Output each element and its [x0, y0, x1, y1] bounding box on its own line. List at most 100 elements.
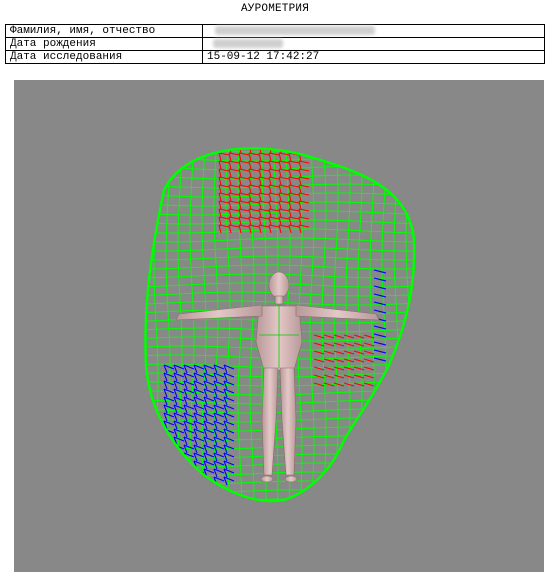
aura-mesh-line	[323, 473, 326, 484]
aura-mesh-line	[167, 302, 169, 313]
aura-mesh-line	[395, 184, 409, 187]
aura-mesh-line	[347, 455, 349, 466]
aura-mesh-line	[359, 356, 373, 358]
aura-mesh-line	[298, 224, 310, 228]
aura-mesh-line	[347, 356, 361, 359]
aura-mesh-line	[288, 160, 300, 164]
aura-mesh-line	[407, 284, 409, 295]
aura-mesh-line	[363, 366, 375, 371]
aura-mesh-line	[163, 460, 168, 470]
aura-mesh-line	[360, 502, 372, 503]
aura-mesh-line	[238, 208, 242, 218]
aura-mesh-line	[179, 177, 193, 179]
aura-mesh-line	[383, 337, 397, 340]
aura-mesh-line	[311, 149, 325, 151]
aura-mesh-line	[238, 152, 250, 156]
aura-mesh-line	[347, 500, 361, 501]
aura-mesh-line	[203, 257, 217, 259]
value-birth-date	[202, 37, 545, 51]
aura-mesh-line	[167, 284, 181, 287]
aura-mesh-line	[371, 492, 385, 494]
figure-left-arm	[175, 304, 263, 321]
aura-mesh-line	[395, 401, 398, 412]
aura-mesh-line	[268, 208, 272, 218]
aura-mesh-line	[288, 208, 300, 212]
aura-mesh-line	[179, 275, 193, 278]
aura-mesh-line	[167, 310, 181, 313]
aura-mesh-line	[371, 454, 385, 457]
aura-mesh-line	[228, 160, 232, 170]
aura-mesh-line	[166, 203, 169, 214]
aura-mesh-line	[167, 419, 169, 430]
aura-mesh-line	[155, 319, 169, 322]
aura-mesh-line	[251, 220, 265, 223]
aura-mesh-line	[154, 212, 157, 223]
aura-mesh-line	[167, 409, 181, 412]
aura-mesh-line	[363, 358, 375, 363]
aura-mesh-line	[239, 337, 253, 340]
aura-mesh-line	[268, 160, 272, 170]
aura-mesh-line	[313, 358, 325, 363]
aura-mesh-line	[173, 452, 178, 462]
aura-mesh-line	[298, 176, 310, 180]
aura-mesh-line	[299, 401, 302, 412]
aura-mesh-line	[248, 216, 252, 226]
aura-mesh-line	[227, 499, 241, 501]
aura-mesh-line	[250, 338, 253, 349]
aura-mesh-line	[239, 238, 253, 241]
aura-mesh-line	[173, 476, 185, 482]
aura-mesh-line	[239, 456, 253, 458]
aura-mesh-line	[227, 482, 241, 485]
aura-mesh-line	[193, 476, 205, 482]
aura-mesh-line	[278, 152, 290, 156]
aura-mesh-line	[173, 460, 185, 466]
aura-3d-viewport[interactable]	[14, 80, 544, 572]
aura-mesh-line	[373, 349, 387, 354]
aura-mesh-line	[278, 176, 282, 186]
aura-mesh-line	[299, 283, 313, 286]
aura-mesh-line	[238, 216, 250, 220]
document-title: АУРОМЕТРИЯ	[240, 3, 309, 15]
aura-mesh-line	[383, 203, 385, 214]
aura-mesh-line	[322, 266, 325, 277]
aura-mesh-line	[359, 329, 361, 340]
aura-mesh-line	[144, 438, 145, 447]
figure-left-foot	[260, 475, 274, 483]
aura-mesh-line	[311, 256, 325, 258]
aura-mesh-line	[251, 229, 265, 231]
aura-mesh-line	[155, 175, 169, 178]
aura-mesh-line	[258, 224, 262, 234]
aura-mesh-line	[145, 184, 157, 187]
aura-mesh-line	[215, 256, 229, 259]
aura-mesh-line	[407, 194, 415, 197]
patient-info-table: Фамилия, имя, отчество Дата рождения Дат…	[5, 24, 545, 64]
aura-mesh-line	[347, 348, 361, 350]
aura-mesh-line	[203, 265, 217, 268]
aura-mesh-line	[155, 456, 169, 458]
aura-mesh-line	[145, 446, 157, 448]
aura-mesh-line	[323, 334, 335, 339]
aura-mesh-line	[190, 176, 193, 187]
aura-mesh-line	[179, 301, 193, 303]
aura-mesh-line	[163, 476, 175, 482]
aura-mesh-line	[191, 266, 205, 269]
aura-mesh-line	[299, 274, 313, 277]
aura-mesh-line	[183, 476, 195, 482]
aura-mesh-line	[145, 203, 157, 206]
aura-mesh-line	[335, 148, 349, 150]
aura-mesh-line	[278, 160, 282, 170]
aura-mesh-line	[383, 329, 397, 331]
aura-mesh-line	[227, 248, 229, 259]
aura-mesh-line	[167, 293, 181, 295]
label-full-name: Фамилия, имя, отчество	[5, 24, 203, 38]
aura-mesh-line	[228, 216, 240, 220]
aura-mesh-line	[383, 184, 397, 186]
aura-mesh-line	[218, 152, 222, 162]
aura-mesh-line	[228, 208, 232, 218]
aura-mesh-line	[287, 283, 301, 285]
aura-mesh-line	[299, 410, 313, 413]
aura-mesh-line	[183, 468, 188, 478]
aura-mesh-line	[173, 468, 178, 478]
aura-mesh-line	[239, 347, 241, 358]
aura-mesh-line	[179, 292, 193, 295]
